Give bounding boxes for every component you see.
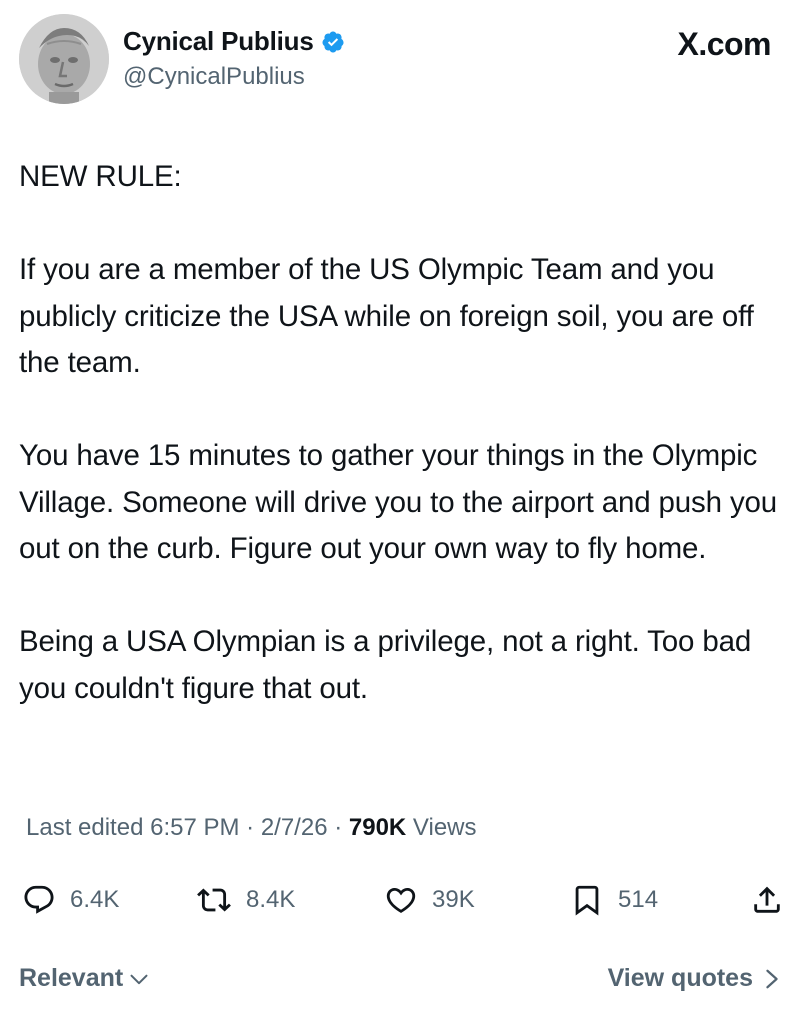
reply-count: 6.4K xyxy=(70,886,120,913)
bookmark-count: 514 xyxy=(618,886,659,913)
sort-label: Relevant xyxy=(19,964,124,992)
chevron-right-icon xyxy=(766,969,778,988)
bookmark-button[interactable]: 514 xyxy=(570,874,658,926)
bookmark-icon xyxy=(575,885,599,916)
tweet-time[interactable]: 6:57 PM xyxy=(150,814,239,841)
site-label: X.com xyxy=(677,26,771,62)
tweet-text: NEW RULE: If you are a member of the US … xyxy=(19,154,799,712)
views-label: Views xyxy=(412,814,477,841)
tweet-paragraph: You have 15 minutes to gather your thing… xyxy=(19,439,778,565)
reply-button[interactable]: 6.4K xyxy=(22,874,119,926)
view-quotes-link[interactable]: View quotes xyxy=(608,964,781,993)
action-bar: 6.4K 8.4K 39K 514 xyxy=(0,874,809,926)
author-handle[interactable]: @CynicalPublius xyxy=(123,63,305,91)
meta-separator: · xyxy=(327,814,349,841)
tweet-date[interactable]: 2/7/26 xyxy=(261,814,328,841)
verified-badge-icon xyxy=(321,30,345,54)
sort-dropdown[interactable]: Relevant xyxy=(19,964,149,993)
reply-footer: Relevant View quotes xyxy=(0,960,809,1004)
like-count: 39K xyxy=(432,886,475,913)
author-display-name[interactable]: Cynical Publius xyxy=(123,26,314,57)
tweet-paragraph: Being a USA Olympian is a privilege, not… xyxy=(19,625,752,705)
tweet-paragraph: If you are a member of the US Olympic Te… xyxy=(19,253,754,379)
share-button[interactable] xyxy=(750,874,784,926)
edited-label[interactable]: Last edited xyxy=(26,814,143,841)
repost-count: 8.4K xyxy=(246,886,296,913)
repost-button[interactable]: 8.4K xyxy=(196,874,295,926)
meta-separator: · xyxy=(239,814,261,841)
repost-icon xyxy=(197,888,231,912)
view-quotes-label: View quotes xyxy=(607,964,753,992)
author-name-row: Cynical Publius xyxy=(123,26,345,57)
avatar[interactable] xyxy=(19,14,109,104)
marble-bust-avatar-icon xyxy=(19,14,109,104)
reply-icon xyxy=(24,885,54,914)
views-count: 790K xyxy=(348,814,407,841)
heart-icon xyxy=(386,887,416,913)
like-button[interactable]: 39K xyxy=(384,874,475,926)
chevron-down-icon xyxy=(130,974,148,984)
tweet-meta: Last edited 6:57 PM · 2/7/26 · 790K View… xyxy=(26,814,477,842)
share-icon xyxy=(754,886,780,913)
tweet-paragraph: NEW RULE: xyxy=(19,160,182,193)
tweet-header: Cynical Publius @CynicalPublius X.com xyxy=(0,0,809,120)
